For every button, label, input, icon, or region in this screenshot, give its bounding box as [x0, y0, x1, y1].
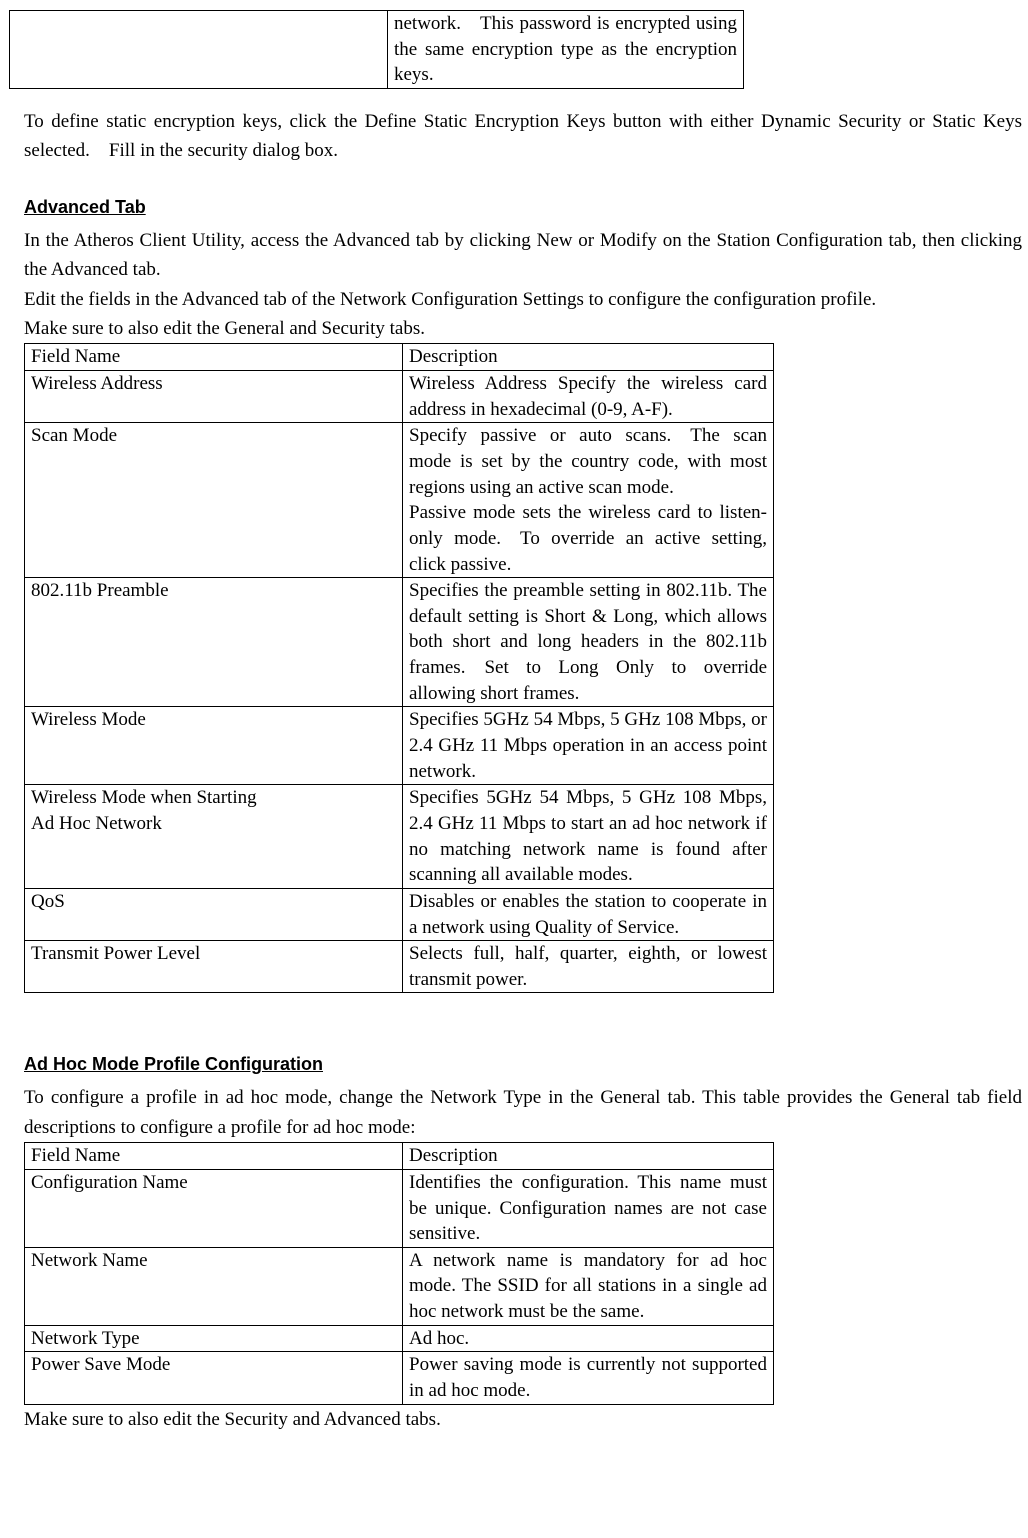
table-cell-desc: Specifies 5GHz 54 Mbps, 5 GHz 108 Mbps, …: [403, 785, 774, 889]
table-cell-desc: Specifies 5GHz 54 Mbps, 5 GHz 108 Mbps, …: [403, 707, 774, 785]
table-header-row: Field Name Description: [25, 1143, 774, 1170]
table-cell-desc: Identifies the configuration. This name …: [403, 1169, 774, 1247]
table-cell-field: 802.11b Preamble: [25, 578, 403, 707]
table-cell-desc: Specifies the preamble setting in 802.11…: [403, 578, 774, 707]
table-cell-field: Power Save Mode: [25, 1352, 403, 1404]
table-row: Network Name A network name is mandatory…: [25, 1247, 774, 1325]
table-cell-field: Wireless Mode when StartingAd Hoc Networ…: [25, 785, 403, 889]
paragraph-advanced-1: In the Atheros Client Utility, access th…: [24, 226, 1022, 285]
table-cell-field: Scan Mode: [25, 423, 403, 578]
table-row: Wireless Address Wireless Address Specif…: [25, 371, 774, 423]
paragraph-advanced-3: Make sure to also edit the General and S…: [24, 314, 1022, 343]
table-cell-field: QoS: [25, 888, 403, 940]
table-row: Power Save Mode Power saving mode is cur…: [25, 1352, 774, 1404]
table-header-desc: Description: [403, 344, 774, 371]
table-cell-desc: Disables or enables the station to coope…: [403, 888, 774, 940]
table-cell-empty: [10, 11, 388, 89]
table-header-desc: Description: [403, 1143, 774, 1170]
table-cell-desc: Specify passive or auto scans. The scan …: [403, 423, 774, 578]
table-cell-field: Network Type: [25, 1325, 403, 1352]
table-header-row: Field Name Description: [25, 344, 774, 371]
table-row: Wireless Mode Specifies 5GHz 54 Mbps, 5 …: [25, 707, 774, 785]
table-cell-desc: Wireless Address Specify the wireless ca…: [403, 371, 774, 423]
table-cell-field: Network Name: [25, 1247, 403, 1325]
heading-advanced-tab: Advanced Tab: [24, 194, 1022, 222]
table-cell-desc: Ad hoc.: [403, 1325, 774, 1352]
table-cell-desc: A network name is mandatory for ad hoc m…: [403, 1247, 774, 1325]
paragraph-advanced-2: Edit the fields in the Advanced tab of t…: [24, 285, 1022, 314]
adhoc-table: Field Name Description Configuration Nam…: [24, 1142, 774, 1404]
table-row: Transmit Power Level Selects full, half,…: [25, 941, 774, 993]
partial-table: network. This password is encrypted usin…: [9, 10, 744, 89]
table-cell-field: Wireless Address: [25, 371, 403, 423]
table-cell-field: Transmit Power Level: [25, 941, 403, 993]
advanced-tab-table: Field Name Description Wireless Address …: [24, 343, 774, 993]
table-row: QoS Disables or enables the station to c…: [25, 888, 774, 940]
table-header-field: Field Name: [25, 1143, 403, 1170]
paragraph-define-keys: To define static encryption keys, click …: [24, 107, 1022, 166]
table-row: Scan Mode Specify passive or auto scans.…: [25, 423, 774, 578]
table-cell-desc: Power saving mode is currently not suppo…: [403, 1352, 774, 1404]
table-row: 802.11b Preamble Specifies the preamble …: [25, 578, 774, 707]
paragraph-adhoc-intro: To configure a profile in ad hoc mode, c…: [24, 1083, 1022, 1142]
paragraph-adhoc-2: Make sure to also edit the Security and …: [24, 1405, 1022, 1434]
heading-adhoc-config: Ad Hoc Mode Profile Configuration: [24, 1051, 1022, 1079]
table-cell-field: Wireless Mode: [25, 707, 403, 785]
table-cell-field: Configuration Name: [25, 1169, 403, 1247]
table-cell-desc: network. This password is encrypted usin…: [388, 11, 744, 89]
table-row: Network Type Ad hoc.: [25, 1325, 774, 1352]
table-cell-desc: Selects full, half, quarter, eighth, or …: [403, 941, 774, 993]
table-row: Configuration Name Identifies the config…: [25, 1169, 774, 1247]
table-row: Wireless Mode when StartingAd Hoc Networ…: [25, 785, 774, 889]
table-row: network. This password is encrypted usin…: [10, 11, 744, 89]
table-header-field: Field Name: [25, 344, 403, 371]
